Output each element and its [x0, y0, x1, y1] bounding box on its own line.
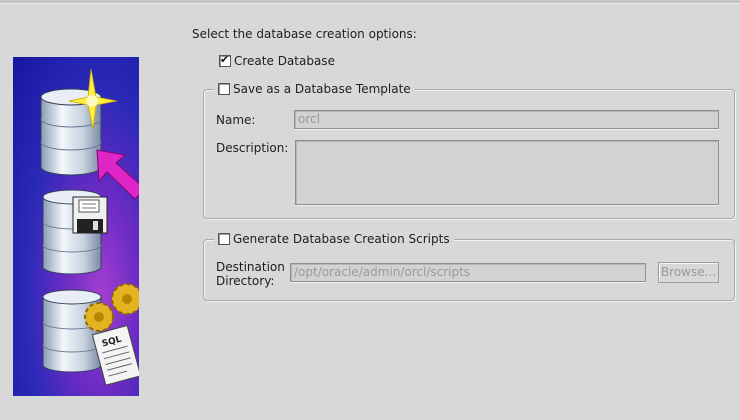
destination-label-line2: Directory:	[216, 274, 275, 288]
save-template-checkbox[interactable]	[218, 83, 230, 95]
top-border	[0, 0, 740, 4]
arrow-icon	[96, 149, 139, 200]
create-database-option[interactable]: Create Database	[219, 53, 335, 68]
description-field[interactable]	[295, 140, 719, 205]
wizard-side-image: SQL	[13, 57, 139, 396]
create-database-label: Create Database	[234, 54, 335, 68]
prompt-text: Select the database creation options:	[192, 27, 417, 41]
create-database-checkbox[interactable]	[219, 53, 231, 67]
description-label: Description:	[216, 141, 289, 155]
browse-button[interactable]: Browse...	[658, 262, 719, 283]
database-floppy-icon	[42, 189, 108, 275]
generate-scripts-checkbox[interactable]	[218, 233, 230, 245]
scripts-group-legend[interactable]: Generate Database Creation Scripts	[214, 232, 454, 246]
database-gears-sql-icon: SQL	[42, 283, 139, 386]
destination-label-line1: Destination	[216, 260, 285, 274]
name-label: Name:	[216, 113, 256, 127]
destination-directory-field[interactable]: /opt/oracle/admin/orcl/scripts	[290, 263, 646, 282]
destination-label: Destination Directory:	[216, 260, 285, 288]
generate-scripts-label: Generate Database Creation Scripts	[233, 232, 450, 246]
template-group-legend[interactable]: Save as a Database Template	[214, 82, 415, 96]
save-template-label: Save as a Database Template	[233, 82, 411, 96]
name-field[interactable]: orcl	[294, 110, 719, 129]
